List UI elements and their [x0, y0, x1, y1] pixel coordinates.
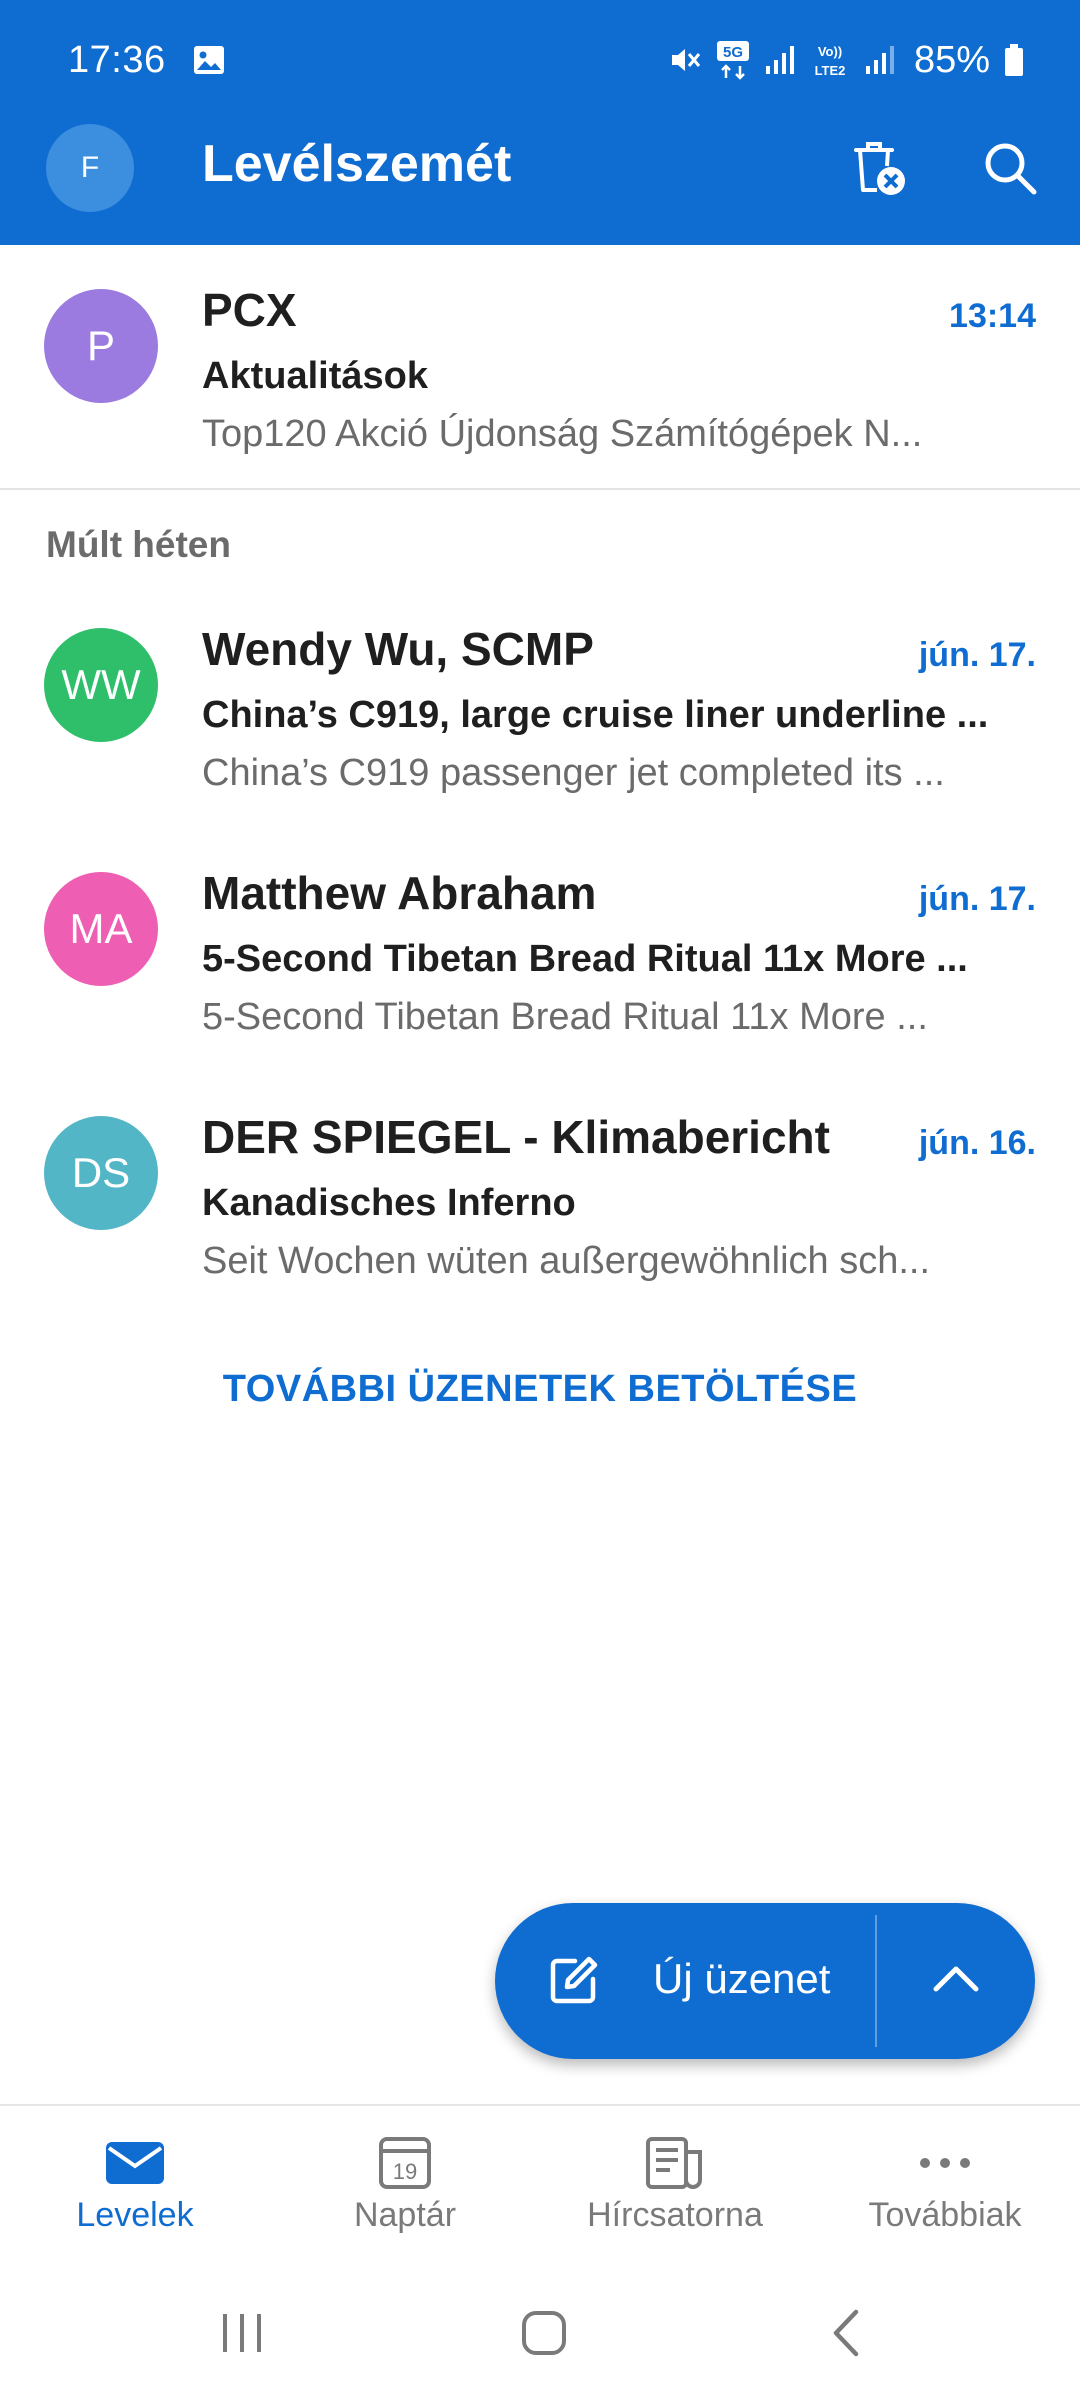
account-avatar[interactable]: F [46, 124, 134, 212]
status-bar: 17:36 5G Vo)) LTE2 85% [0, 0, 1080, 120]
new-message-fab: Új üzenet [495, 1903, 1035, 2059]
nav-item-feed[interactable]: Hírcsatorna [540, 2106, 810, 2256]
calendar-icon: 19 [270, 2134, 540, 2192]
message-subject: 5-Second Tibetan Bread Ritual 11x More .… [202, 938, 968, 980]
message-date: jún. 17. [918, 636, 1036, 674]
signal-icon [764, 44, 796, 76]
calendar-day-number: 19 [393, 2159, 417, 2184]
back-button[interactable] [786, 2290, 906, 2380]
nav-item-mail[interactable]: Levelek [0, 2106, 270, 2256]
svg-text:5G: 5G [723, 44, 743, 61]
message-preview: 5-Second Tibetan Bread Ritual 11x More .… [202, 996, 928, 1038]
more-icon [810, 2134, 1080, 2192]
mute-icon [668, 43, 702, 77]
message-preview: Seit Wochen wüten außergewöhnlich sch... [202, 1240, 931, 1282]
nav-label: Továbbiak [868, 2196, 1022, 2234]
nav-label: Levelek [76, 2196, 194, 2234]
message-subject: Kanadisches Inferno [202, 1182, 576, 1224]
section-divider [0, 488, 1080, 490]
empty-trash-icon [846, 136, 910, 205]
message-sender: PCX [202, 284, 297, 336]
svg-text:LTE2: LTE2 [815, 63, 846, 78]
back-icon [826, 2308, 866, 2363]
message-sender: DER SPIEGEL - Klimabericht [202, 1111, 830, 1163]
section-header-last-week: Múlt héten [46, 524, 231, 565]
app-bar: F Levélszemét [0, 120, 1080, 245]
message-date: jún. 16. [918, 1124, 1036, 1162]
search-icon [980, 138, 1040, 203]
sender-avatar: MA [44, 872, 158, 986]
battery-icon [1004, 43, 1024, 77]
message-subject: Aktualitások [202, 355, 428, 397]
nav-item-calendar[interactable]: 19 Naptár [270, 2106, 540, 2256]
sender-avatar: DS [44, 1116, 158, 1230]
nav-item-more[interactable]: Továbbiak [810, 2106, 1080, 2256]
5g-icon: 5G [716, 40, 750, 80]
signal-icon [864, 44, 896, 76]
mail-icon [0, 2134, 270, 2192]
new-message-label: Új üzenet [653, 1955, 831, 2002]
empty-junk-button[interactable] [838, 130, 918, 210]
message-date: jún. 17. [918, 880, 1036, 918]
volte-lte2-icon: Vo)) LTE2 [810, 41, 850, 79]
message-item[interactable]: DS DER SPIEGEL - Klimabericht jún. 16. K… [0, 1072, 1080, 1302]
message-sender: Wendy Wu, SCMP [202, 623, 594, 675]
message-subject: China’s C919, large cruise liner underli… [202, 694, 989, 736]
message-preview: China’s C919 passenger jet completed its… [202, 752, 945, 794]
status-time: 17:36 [68, 38, 166, 81]
message-item[interactable]: P PCX 13:14 Aktualitások Top120 Akció Új… [0, 245, 1080, 475]
compose-icon [545, 1953, 601, 2014]
recent-apps-icon [217, 2310, 267, 2361]
message-preview: Top120 Akció Újdonság Számítógépek N... [202, 413, 923, 455]
app-header: 17:36 5G Vo)) LTE2 85% F Levélszemét [0, 0, 1080, 245]
home-icon [519, 2308, 569, 2363]
image-notification-icon [192, 43, 226, 77]
bottom-navigation: Levelek 19 Naptár Hírcsatorna Továbbiak [0, 2104, 1080, 2254]
feed-icon [540, 2134, 810, 2192]
nav-label: Naptár [353, 2196, 457, 2234]
svg-text:Vo)): Vo)) [818, 44, 842, 59]
message-item[interactable]: MA Matthew Abraham jún. 17. 5-Second Tib… [0, 828, 1080, 1058]
outlook-junk-folder-screen: 17:36 5G Vo)) LTE2 85% F Levélszemét P P… [0, 0, 1080, 2400]
message-sender: Matthew Abraham [202, 867, 597, 919]
message-item[interactable]: WW Wendy Wu, SCMP jún. 17. China’s C919,… [0, 584, 1080, 814]
home-button[interactable] [484, 2290, 604, 2380]
search-button[interactable] [970, 130, 1050, 210]
load-more-button[interactable]: TOVÁBBI ÜZENETEK BETÖLTÉSE [0, 1368, 1080, 1411]
new-message-button[interactable]: Új üzenet [495, 1903, 875, 2059]
message-date: 13:14 [949, 297, 1036, 335]
fab-expand-button[interactable] [877, 1903, 1035, 2059]
folder-title: Levélszemét [202, 135, 512, 193]
nav-label: Hírcsatorna [587, 2196, 763, 2234]
battery-percent: 85% [913, 38, 990, 81]
sender-avatar: P [44, 289, 158, 403]
recent-apps-button[interactable] [182, 2290, 302, 2380]
status-icons: 5G Vo)) LTE2 85% [668, 39, 1024, 82]
sender-avatar: WW [44, 628, 158, 742]
chevron-up-icon [930, 1953, 982, 2010]
system-navigation-bar [0, 2270, 1080, 2400]
